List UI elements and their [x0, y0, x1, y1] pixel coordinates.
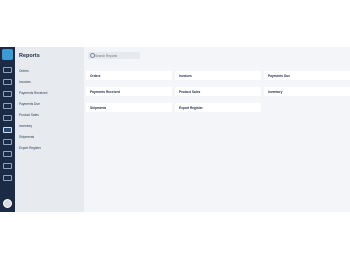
- sidebar-item-product-sales[interactable]: Product Sales: [19, 113, 39, 117]
- rail-invoices-icon[interactable]: [3, 79, 12, 85]
- sidebar-item-export-register[interactable]: Export Register: [19, 146, 41, 150]
- rail-shipments-icon[interactable]: [3, 139, 12, 145]
- reports-sidebar: Reports Orders Invoices Payments Receive…: [15, 47, 84, 212]
- nav-rail: [0, 47, 15, 212]
- search-bar[interactable]: [88, 52, 140, 59]
- report-card-label: Inventory: [268, 90, 283, 94]
- rail-products-icon[interactable]: [3, 103, 12, 109]
- rail-orders-icon[interactable]: [3, 67, 12, 73]
- sidebar-item-invoices[interactable]: Invoices: [19, 80, 31, 84]
- rail-settings-icon[interactable]: [3, 151, 12, 157]
- rail-reports-icon[interactable]: [3, 127, 12, 133]
- sidebar-item-payments-due[interactable]: Payments Due: [19, 102, 40, 106]
- report-card-label: Orders: [90, 74, 101, 78]
- report-card-export-register[interactable]: Export Register: [175, 103, 261, 112]
- app-logo-icon[interactable]: [2, 49, 13, 60]
- report-card-label: Payments Received: [90, 90, 120, 94]
- report-card-label: Product Sales: [179, 90, 201, 94]
- report-card-invoices[interactable]: Invoices: [175, 71, 261, 80]
- report-card-inventory[interactable]: Inventory: [264, 87, 350, 96]
- app-window: Reports Orders Invoices Payments Receive…: [0, 47, 350, 212]
- reports-main: Orders Invoices Payments Due Payments Re…: [84, 47, 350, 212]
- report-card-label: Shipments: [90, 106, 107, 110]
- report-card-label: Invoices: [179, 74, 192, 78]
- rail-more-icon[interactable]: [3, 175, 12, 181]
- sidebar-item-shipments[interactable]: Shipments: [19, 135, 34, 139]
- sidebar-item-payments-received[interactable]: Payments Received: [19, 91, 47, 95]
- search-input[interactable]: [95, 52, 137, 59]
- sidebar-title: Reports: [19, 53, 40, 59]
- report-card-payments-due[interactable]: Payments Due: [264, 71, 350, 80]
- report-card-payments-received[interactable]: Payments Received: [86, 87, 172, 96]
- report-card-orders[interactable]: Orders: [86, 71, 172, 80]
- sidebar-item-orders[interactable]: Orders: [19, 69, 29, 73]
- report-card-label: Payments Due: [268, 74, 290, 78]
- sidebar-item-inventory[interactable]: Inventory: [19, 124, 32, 128]
- report-card-product-sales[interactable]: Product Sales: [175, 87, 261, 96]
- user-avatar[interactable]: [3, 199, 12, 208]
- report-card-label: Export Register: [179, 106, 203, 110]
- rail-inventory-icon[interactable]: [3, 115, 12, 121]
- report-card-shipments[interactable]: Shipments: [86, 103, 172, 112]
- rail-help-icon[interactable]: [3, 163, 12, 169]
- rail-payments-icon[interactable]: [3, 91, 12, 97]
